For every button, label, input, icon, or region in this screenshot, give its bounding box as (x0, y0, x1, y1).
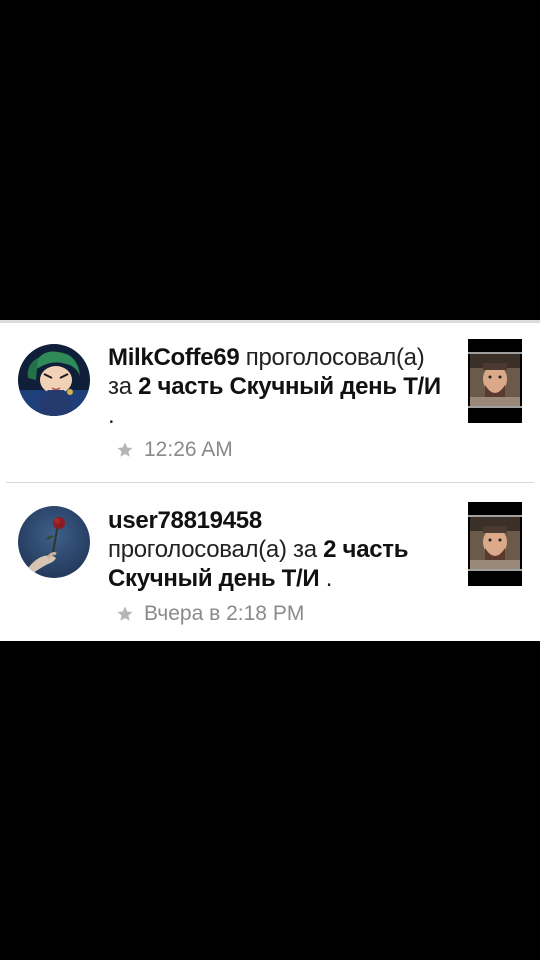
story-cover-thumbnail-icon (468, 339, 522, 423)
trailing-text: . (325, 565, 333, 592)
story-cover-thumbnail-icon (468, 502, 522, 586)
action-text: проголосовал(а) за (108, 536, 317, 563)
notification-item[interactable]: user78819458 проголосовал(а) за 2 часть … (0, 485, 540, 644)
timestamp: 12:26 AM (144, 438, 233, 461)
story-thumbnail[interactable] (468, 339, 522, 423)
timestamp-row: 12:26 AM (116, 437, 233, 463)
user-avatar[interactable] (18, 344, 90, 416)
star-icon (117, 442, 133, 457)
notification-feed: MilkCoffe69 проголосовал(а) за 2 часть С… (0, 320, 540, 641)
star-icon (117, 606, 133, 621)
notification-message: user78819458 проголосовал(а) за 2 часть … (108, 506, 453, 593)
trailing-text: . (108, 402, 115, 429)
notification-item[interactable]: MilkCoffe69 проголосовал(а) за 2 часть С… (0, 323, 540, 483)
anime-character-avatar-icon (18, 344, 90, 416)
timestamp: Вчера в 2:18 PM (144, 602, 305, 625)
hand-holding-rose-avatar-icon (18, 506, 90, 578)
divider (6, 482, 534, 483)
username-link[interactable]: MilkCoffe69 (108, 344, 240, 371)
story-thumbnail[interactable] (468, 502, 522, 586)
username-link[interactable]: user78819458 (108, 507, 262, 534)
timestamp-row: Вчера в 2:18 PM (116, 601, 304, 627)
story-title-link[interactable]: 2 часть Скучный день Т/И (138, 373, 441, 400)
user-avatar[interactable] (18, 506, 90, 578)
notification-message: MilkCoffe69 проголосовал(а) за 2 часть С… (108, 343, 453, 430)
